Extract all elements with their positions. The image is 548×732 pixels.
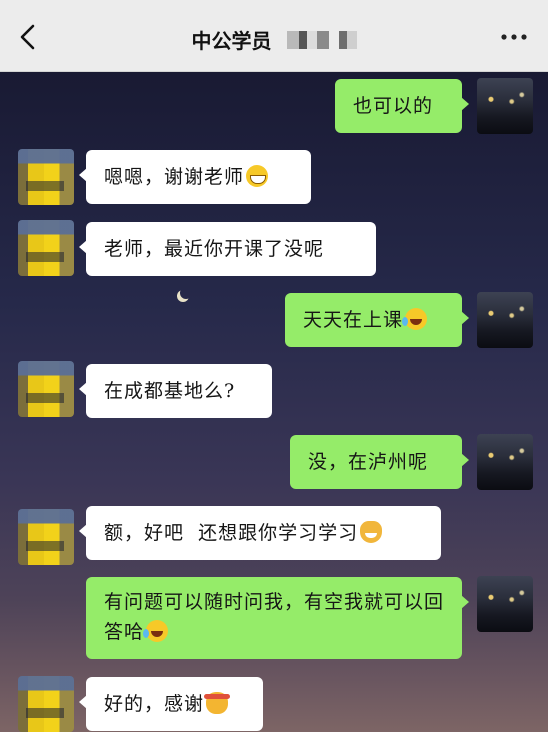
message-bubble-sent[interactable]: 没，在泸州呢 [290, 435, 469, 489]
contact-avatar[interactable] [18, 509, 74, 565]
chat-title-area: 中公学员 [0, 25, 548, 55]
message-bubble-received[interactable]: 在成都基地么? [79, 364, 272, 418]
chat-header: 中公学员 [0, 0, 548, 72]
my-avatar[interactable] [477, 434, 533, 490]
message-bubble-received[interactable]: 老师，最近你开课了没呢 [79, 222, 376, 276]
message-bubble-received[interactable]: 嗯嗯，谢谢老师 [79, 150, 311, 204]
message-text: 额，好吧 还想跟你学习学习 [104, 522, 359, 544]
my-avatar[interactable] [477, 576, 533, 632]
grin-emoji [246, 165, 269, 187]
my-avatar[interactable] [477, 292, 533, 348]
message-text: 嗯嗯，谢谢老师 [104, 166, 245, 188]
more-options-icon[interactable] [498, 30, 530, 44]
message-text: 也可以的 [353, 95, 434, 117]
message-text: 天天在上课 [303, 309, 404, 331]
message-text: 在成都基地么? [104, 380, 236, 402]
message-bubble-sent[interactable]: 也可以的 [335, 79, 469, 133]
chat-area[interactable]: 也可以的 嗯嗯，谢谢老师 老师，最近你开课了没呢 天天在上课 在成都基地么? 没… [0, 72, 548, 732]
masked-name [286, 30, 357, 49]
laugh-cry-emoji [402, 308, 428, 330]
message-text: 没，在泸州呢 [308, 451, 429, 473]
laugh-cry-emoji [143, 620, 169, 642]
my-avatar[interactable] [477, 78, 533, 134]
contact-avatar[interactable] [18, 220, 74, 276]
headband-emoji [204, 692, 231, 714]
contact-avatar[interactable] [18, 149, 74, 205]
message-bubble-received[interactable]: 好的，感谢 [79, 677, 263, 731]
cat-emoji [360, 521, 383, 543]
message-bubble-sent[interactable]: 有问题可以随时问我，有空我就可以回答哈 [86, 577, 469, 659]
chat-title: 中公学员 [191, 29, 272, 53]
message-text: 好的，感谢 [104, 693, 205, 715]
message-bubble-sent[interactable]: 天天在上课 [285, 293, 469, 347]
message-text: 老师，最近你开课了没呢 [104, 238, 325, 260]
contact-avatar[interactable] [18, 676, 74, 732]
contact-avatar[interactable] [18, 361, 74, 417]
message-bubble-received[interactable]: 额，好吧 还想跟你学习学习 [79, 506, 441, 560]
moon [180, 287, 192, 299]
